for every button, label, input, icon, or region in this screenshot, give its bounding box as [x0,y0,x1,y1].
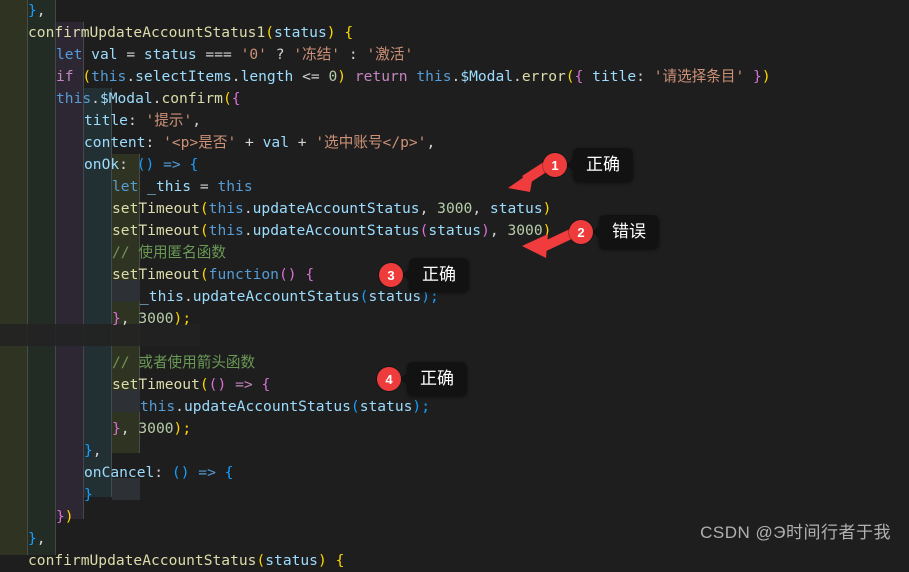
annotation-badge-4: 4 [377,367,401,391]
code-line-6: title: '提示', [84,112,202,129]
code-line-10: setTimeout(this.updateAccountStatus, 300… [112,200,552,217]
code-line-19: this.updateAccountStatus(status); [140,398,430,415]
annotation-3: 3 正确 [379,258,469,292]
code-line-23: } [84,486,93,503]
code-line-16-blank [0,330,909,352]
code-line-25: }, [28,530,46,547]
annotation-label-2: 错误 [592,215,659,249]
annotation-badge-2: 2 [569,220,593,244]
code-line-11: setTimeout(this.updateAccountStatus(stat… [112,222,552,239]
code-line-5: this.$Modal.confirm({ [56,90,241,107]
code-line-24: }) [56,508,74,525]
annotation-2: 2 错误 [569,215,659,249]
code-line-20: }, 3000); [112,420,192,437]
annotation-badge-1: 1 [543,153,567,177]
code-line-4: if (this.selectItems.length <= 0) return… [56,68,771,85]
code-line-3: let val = status === '0' ? '冻结' : '激活' [56,46,414,63]
code-line-7: content: '<p>是否' + val + '选中账号</p>', [84,134,436,151]
code-line-21: }, [84,442,102,459]
annotation-label-4: 正确 [400,362,467,396]
annotation-badge-3: 3 [379,263,403,287]
annotation-4: 4 正确 [377,362,467,396]
code-line-8: onOk: () => { [84,156,199,173]
code-line-9: let _this = this [112,178,253,195]
code-line-1: }, [28,2,46,19]
code-line-22: onCancel: () => { [84,464,234,481]
annotation-label-3: 正确 [402,258,469,292]
annotation-label-1: 正确 [566,148,633,182]
code-line-15: }, 3000); [112,310,192,327]
code-line-26: confirmUpdateAccountStatus(status) { [28,552,345,569]
annotation-1: 1 正确 [543,148,633,182]
code-editor-screenshot: }, confirmUpdateAccountStatus1(status) {… [0,0,909,569]
code-line-2: confirmUpdateAccountStatus1(status) { [28,24,354,41]
